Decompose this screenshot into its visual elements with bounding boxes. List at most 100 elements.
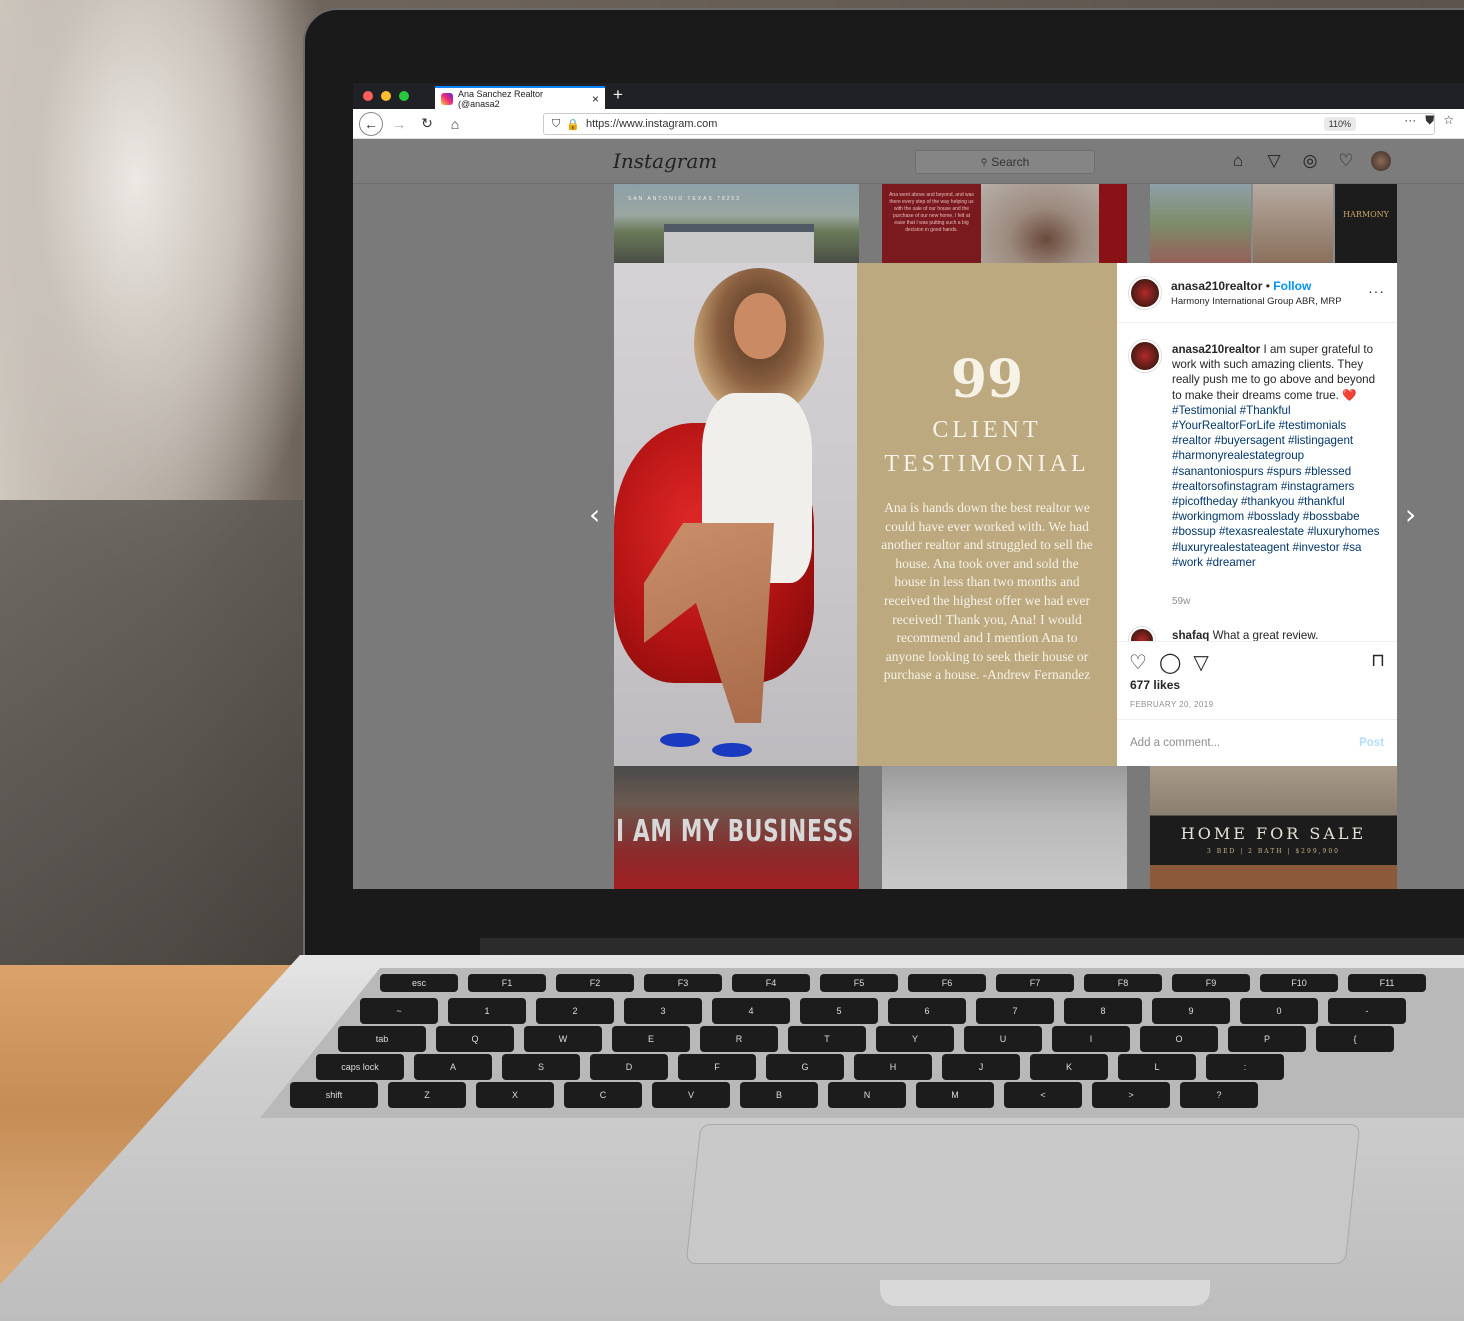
explore-compass-icon[interactable]: ◎ [1299, 150, 1321, 172]
keyboard-key[interactable]: 3 [624, 998, 702, 1024]
keyboard-key[interactable]: K [1030, 1054, 1108, 1080]
forward-arrow-icon[interactable]: → [387, 112, 411, 136]
keyboard-key[interactable]: 2 [536, 998, 614, 1024]
caption-hashtags[interactable]: #Testimonial #Thankful #YourRealtorForLi… [1172, 404, 1380, 569]
keyboard-key[interactable]: F4 [732, 974, 810, 992]
keyboard-key[interactable]: H [854, 1054, 932, 1080]
keyboard-key[interactable]: N [828, 1082, 906, 1108]
shield-icon[interactable]: ⛉ [552, 118, 560, 131]
keyboard-key[interactable]: V [652, 1082, 730, 1108]
keyboard-key[interactable]: F11 [1348, 974, 1426, 992]
maximize-window-button[interactable] [399, 91, 409, 101]
keyboard-key[interactable]: 6 [888, 998, 966, 1024]
minimize-window-button[interactable] [381, 91, 391, 101]
keyboard-key[interactable]: 0 [1240, 998, 1318, 1024]
keyboard-key[interactable]: B [740, 1082, 818, 1108]
keyboard-key[interactable]: F6 [908, 974, 986, 992]
keyboard-key[interactable]: caps lock [316, 1054, 404, 1080]
keyboard-key[interactable]: J [942, 1054, 1020, 1080]
comment-username[interactable]: shafaq [1172, 629, 1209, 641]
direct-message-icon[interactable]: ▽ [1263, 150, 1285, 172]
keyboard-key[interactable]: 9 [1152, 998, 1230, 1024]
like-heart-icon[interactable]: ♡ [1129, 650, 1147, 675]
grid-post-kitchen[interactable] [882, 766, 1127, 889]
more-options-icon[interactable]: ··· [1368, 283, 1385, 299]
instagram-logo[interactable]: Instagram [613, 149, 717, 173]
post-comment-button[interactable]: Post [1359, 737, 1384, 749]
previous-arrow-icon[interactable]: ‹ [589, 498, 600, 531]
home-icon[interactable]: ⌂ [443, 112, 467, 136]
address-bar[interactable]: ⛉ 🔒 https://www.instagram.com 110% [543, 113, 1435, 135]
bookmark-star-icon[interactable]: ☆ [1443, 113, 1454, 128]
author-avatar[interactable] [1129, 277, 1161, 309]
home-icon[interactable]: ⌂ [1227, 150, 1249, 172]
keyboard-key[interactable]: F10 [1260, 974, 1338, 992]
caption-username[interactable]: anasa210realtor [1172, 343, 1260, 356]
keyboard-key[interactable]: X [476, 1082, 554, 1108]
keyboard-key[interactable]: : [1206, 1054, 1284, 1080]
keyboard-key[interactable]: U [964, 1026, 1042, 1052]
keyboard-key[interactable]: O [1140, 1026, 1218, 1052]
keyboard-key[interactable]: tab [338, 1026, 426, 1052]
tab-close-icon[interactable]: × [592, 92, 599, 106]
keyboard-key[interactable]: G [766, 1054, 844, 1080]
keyboard-key[interactable]: F [678, 1054, 756, 1080]
keyboard-key[interactable]: P [1228, 1026, 1306, 1052]
keyboard-key[interactable]: L [1118, 1054, 1196, 1080]
activity-heart-icon[interactable]: ♡ [1335, 150, 1357, 172]
comment-input[interactable]: Add a comment... [1130, 737, 1220, 749]
likes-count[interactable]: 677 likes [1130, 678, 1180, 692]
keyboard-key[interactable]: C [564, 1082, 642, 1108]
grid-post-testimonial[interactable]: Ana went above and beyond, and was there… [882, 184, 1127, 263]
keyboard-key[interactable]: T [788, 1026, 866, 1052]
keyboard-key[interactable]: F8 [1084, 974, 1162, 992]
keyboard-key[interactable]: esc [380, 974, 458, 992]
keyboard-key[interactable]: ~ [360, 998, 438, 1024]
keyboard-key[interactable]: W [524, 1026, 602, 1052]
keyboard-key[interactable]: - [1328, 998, 1406, 1024]
keyboard-key[interactable]: E [612, 1026, 690, 1052]
caption-avatar[interactable] [1129, 340, 1161, 372]
keyboard-key[interactable]: F9 [1172, 974, 1250, 992]
keyboard-key[interactable]: 7 [976, 998, 1054, 1024]
keyboard-key[interactable]: shift [290, 1082, 378, 1108]
keyboard-key[interactable]: > [1092, 1082, 1170, 1108]
keyboard-key[interactable]: Y [876, 1026, 954, 1052]
keyboard-key[interactable]: R [700, 1026, 778, 1052]
keyboard-key[interactable]: F7 [996, 974, 1074, 992]
close-window-button[interactable] [363, 91, 373, 101]
comment-bubble-icon[interactable]: ◯ [1159, 650, 1181, 675]
grid-post-house[interactable]: SAN ANTONIO TEXAS 78253 [614, 184, 859, 263]
keyboard-key[interactable]: 5 [800, 998, 878, 1024]
keyboard-key[interactable]: F5 [820, 974, 898, 992]
zoom-level[interactable]: 110% [1323, 117, 1356, 131]
page-actions-icon[interactable]: ··· [1404, 113, 1416, 128]
grid-post-home-for-sale[interactable]: HOME FOR SALE 3 BED | 2 BATH | $299,900 [1150, 766, 1397, 889]
author-username[interactable]: anasa210realtor [1171, 279, 1262, 293]
keyboard-key[interactable]: F2 [556, 974, 634, 992]
new-tab-button[interactable]: + [613, 85, 623, 105]
pocket-icon[interactable]: ⛊ [1425, 113, 1434, 128]
keyboard-key[interactable]: < [1004, 1082, 1082, 1108]
trackpad[interactable] [685, 1124, 1361, 1264]
back-arrow-icon[interactable]: ← [359, 111, 383, 136]
keyboard-key[interactable]: Q [436, 1026, 514, 1052]
save-bookmark-icon[interactable]: ⊓ [1371, 650, 1385, 671]
next-arrow-icon[interactable]: › [1405, 498, 1416, 531]
keyboard-key[interactable]: D [590, 1054, 668, 1080]
reload-icon[interactable]: ↻ [415, 112, 439, 136]
keyboard-key[interactable]: 1 [448, 998, 526, 1024]
keyboard-key[interactable]: S [502, 1054, 580, 1080]
keyboard-key[interactable]: Z [388, 1082, 466, 1108]
post-location[interactable]: Harmony International Group ABR, MRP [1171, 294, 1342, 309]
keyboard-key[interactable]: 8 [1064, 998, 1142, 1024]
share-send-icon[interactable]: ▽ [1193, 650, 1208, 675]
follow-button[interactable]: Follow [1273, 279, 1311, 293]
keyboard-key[interactable]: ? [1180, 1082, 1258, 1108]
keyboard-key[interactable]: A [414, 1054, 492, 1080]
url-text[interactable]: https://www.instagram.com [586, 118, 717, 130]
browser-tab[interactable]: Ana Sanchez Realtor (@anasa2 × [435, 86, 605, 109]
keyboard-key[interactable]: I [1052, 1026, 1130, 1052]
keyboard-key[interactable]: F3 [644, 974, 722, 992]
search-input[interactable]: ⚲ Search [915, 150, 1095, 174]
